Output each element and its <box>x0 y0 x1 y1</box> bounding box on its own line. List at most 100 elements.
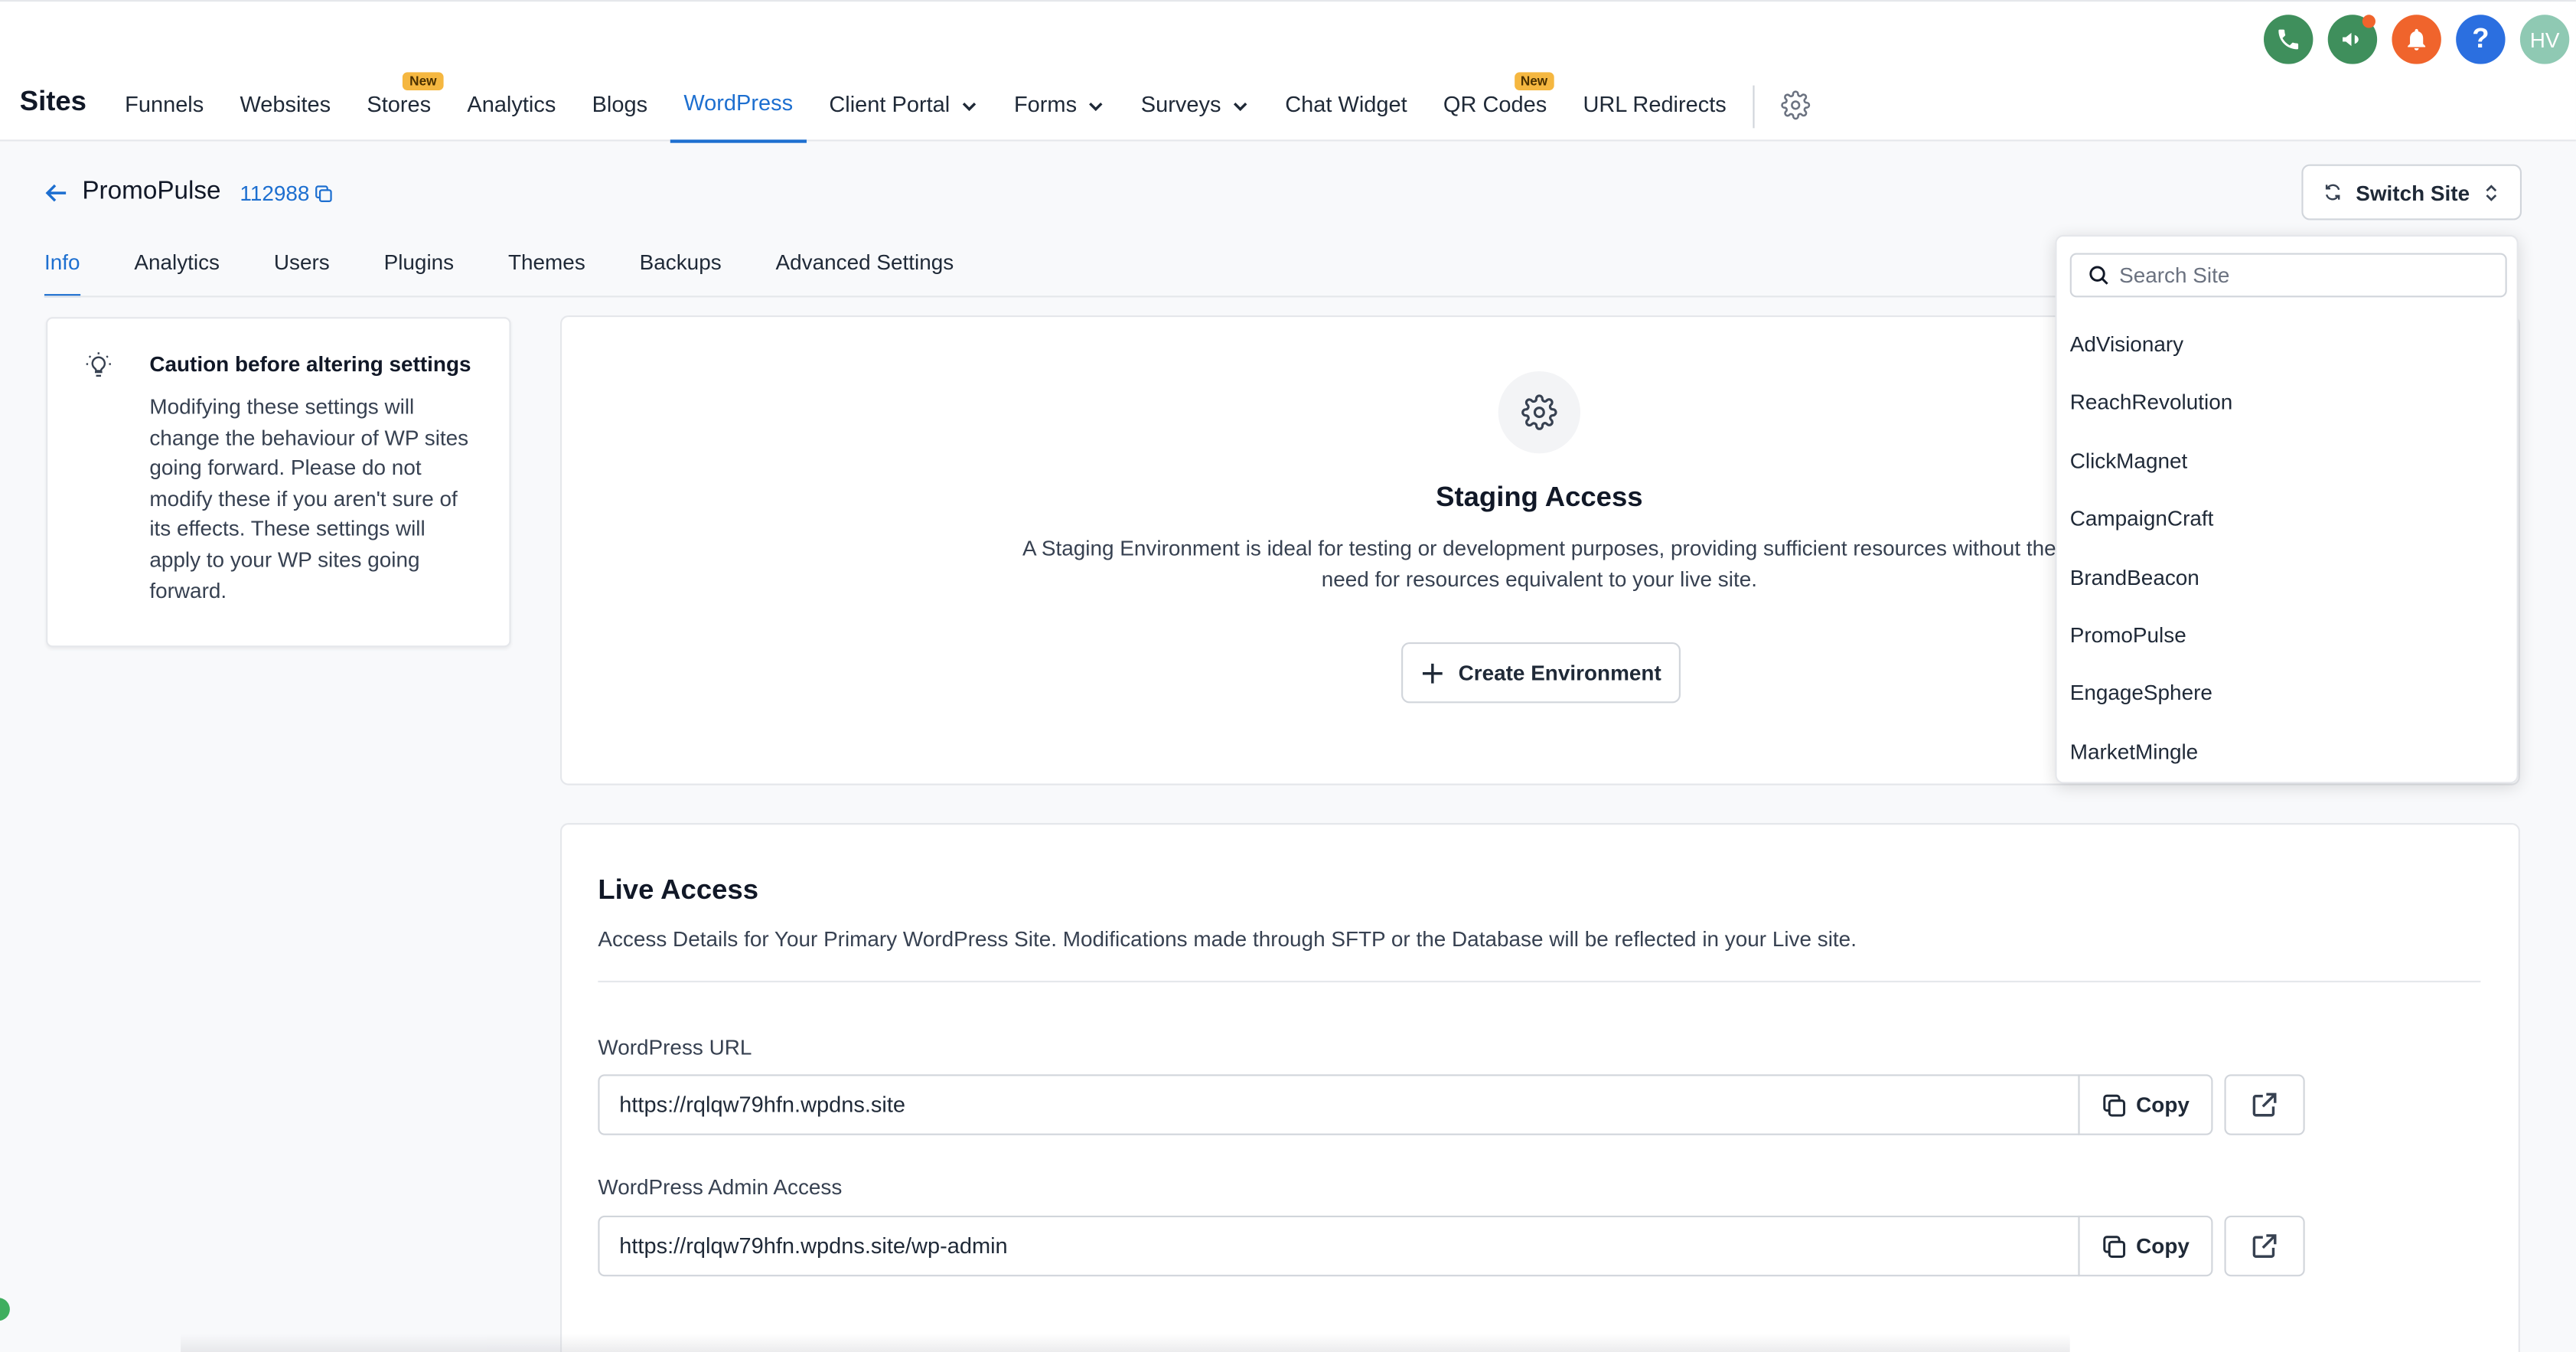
tabs-divider <box>44 296 2070 298</box>
chevron-up-down-icon <box>2486 184 2497 201</box>
nav-label: QR Codes <box>1443 92 1547 117</box>
floating-widget-handle[interactable] <box>0 1298 10 1321</box>
create-environment-label: Create Environment <box>1458 660 1661 685</box>
site-option[interactable]: CampaignCraft <box>2070 496 2507 554</box>
nav-chat-widget[interactable]: Chat Widget <box>1285 83 1407 142</box>
copy-label: Copy <box>2136 1233 2190 1259</box>
tab-plugins[interactable]: Plugins <box>384 250 455 297</box>
create-environment-button[interactable]: Create Environment <box>1401 642 1681 704</box>
site-tabs: Info Analytics Users Plugins Themes Back… <box>44 250 1008 298</box>
nav-label: Websites <box>240 92 331 117</box>
copy-icon <box>2103 1093 2126 1116</box>
site-option[interactable]: PromoPulse <box>2070 612 2507 671</box>
nav-label: Chat Widget <box>1285 92 1407 117</box>
caution-body: Modifying these settings will change the… <box>149 394 469 603</box>
chevron-down-icon <box>1234 102 1247 112</box>
site-search-box <box>2069 253 2507 298</box>
caution-card: Caution before altering settings Modifyi… <box>46 317 511 648</box>
tab-themes[interactable]: Themes <box>508 250 585 297</box>
nav-url-redirects[interactable]: URL Redirects <box>1583 83 1726 142</box>
nav-qr-codes[interactable]: New QR Codes <box>1443 72 1554 142</box>
gear-icon <box>1521 394 1557 430</box>
copy-admin-button[interactable]: Copy <box>2078 1215 2213 1277</box>
staging-description: A Staging Environment is ideal for testi… <box>1022 535 2056 592</box>
chevron-down-icon <box>963 102 977 112</box>
main-nav: Funnels Websites New Stores Analytics Bl… <box>125 72 1811 143</box>
new-badge: New <box>1514 72 1554 91</box>
nav-client-portal[interactable]: Client Portal <box>829 83 977 142</box>
wordpress-admin-field[interactable]: https://rqlqw79hfn.wpdns.site/wp-admin <box>598 1215 2080 1277</box>
nav-wordpress[interactable]: WordPress <box>670 83 807 143</box>
nav-label: Stores <box>367 92 432 117</box>
search-icon <box>2089 266 2108 285</box>
switch-site-dropdown: AdVisionary ReachRevolution ClickMagnet … <box>2055 234 2519 784</box>
site-option[interactable]: ClickMagnet <box>2070 438 2507 496</box>
switch-icon <box>2325 184 2340 201</box>
tab-advanced-settings[interactable]: Advanced Settings <box>776 250 954 297</box>
nav-label: Blogs <box>592 92 648 117</box>
nav-label: WordPress <box>683 90 794 116</box>
tab-info[interactable]: Info <box>44 250 80 298</box>
caution-title: Caution before altering settings <box>149 351 471 377</box>
copy-icon <box>2103 1235 2126 1257</box>
site-option[interactable]: AdVisionary <box>2070 322 2507 380</box>
top-action-icons: ? HV <box>2264 15 2570 64</box>
top-header: ? HV Sites Funnels Websites New Stores A… <box>0 0 2576 143</box>
switch-site-label: Switch Site <box>2356 179 2470 205</box>
copy-icon[interactable] <box>315 183 334 203</box>
nav-stores[interactable]: New Stores <box>367 72 444 142</box>
nav-label: Surveys <box>1140 92 1221 117</box>
nav-forms[interactable]: Forms <box>1014 83 1105 142</box>
site-option[interactable]: MarketMingle <box>2070 729 2507 787</box>
phone-icon[interactable] <box>2264 15 2314 64</box>
nav-websites[interactable]: Websites <box>240 83 331 142</box>
nav-divider <box>1753 85 1755 129</box>
site-search-input[interactable] <box>2119 263 2497 288</box>
nav-label: Forms <box>1013 92 1078 117</box>
wordpress-url-field[interactable]: https://rqlqw79hfn.wpdns.site <box>598 1074 2080 1135</box>
tab-backups[interactable]: Backups <box>640 250 722 297</box>
live-divider <box>598 981 2481 983</box>
new-badge: New <box>403 72 444 91</box>
lightbulb-icon <box>86 352 111 377</box>
megaphone-icon[interactable] <box>2327 15 2378 64</box>
site-list: AdVisionary ReachRevolution ClickMagnet … <box>2070 322 2507 788</box>
open-url-button[interactable] <box>2224 1074 2305 1135</box>
wordpress-url-label: WordPress URL <box>598 1034 752 1060</box>
brand-title: Sites <box>19 85 86 117</box>
plus-icon <box>1422 662 1443 683</box>
nav-surveys[interactable]: Surveys <box>1141 83 1249 142</box>
wordpress-admin-label: WordPress Admin Access <box>598 1174 843 1200</box>
copy-label: Copy <box>2136 1092 2190 1118</box>
live-title: Live Access <box>598 874 759 906</box>
nav-label: Client Portal <box>829 92 951 117</box>
copy-url-button[interactable]: Copy <box>2078 1074 2213 1135</box>
nav-analytics[interactable]: Analytics <box>467 83 556 142</box>
site-name: PromoPulse <box>82 177 221 206</box>
tab-users[interactable]: Users <box>274 250 330 297</box>
back-arrow-icon[interactable] <box>44 181 69 205</box>
staging-gear-icon-wrap <box>1498 371 1581 454</box>
live-access-card: Live Access Access Details for Your Prim… <box>559 823 2520 1352</box>
nav-label: URL Redirects <box>1583 92 1727 117</box>
site-option[interactable]: BrandBeacon <box>2070 554 2507 612</box>
app-root: ? HV Sites Funnels Websites New Stores A… <box>0 0 2576 1352</box>
external-link-icon <box>2252 1234 2277 1258</box>
notification-dot <box>2362 15 2375 28</box>
site-option[interactable]: ReachRevolution <box>2070 380 2507 439</box>
help-icon[interactable]: ? <box>2456 15 2506 64</box>
nav-label: Funnels <box>125 92 204 117</box>
bell-icon[interactable] <box>2392 15 2441 64</box>
open-admin-button[interactable] <box>2224 1215 2305 1277</box>
avatar[interactable]: HV <box>2519 15 2570 64</box>
tab-analytics[interactable]: Analytics <box>134 250 220 297</box>
switch-site-button[interactable]: Switch Site <box>2301 164 2522 220</box>
bottom-shadow <box>181 1334 2070 1352</box>
gear-icon[interactable] <box>1781 90 1811 120</box>
nav-funnels[interactable]: Funnels <box>125 83 204 142</box>
site-id[interactable]: 112988 <box>240 181 334 205</box>
nav-blogs[interactable]: Blogs <box>592 83 648 142</box>
site-id-value: 112988 <box>240 181 310 206</box>
avatar-initials: HV <box>2529 27 2560 52</box>
site-option[interactable]: EngageSphere <box>2070 671 2507 729</box>
